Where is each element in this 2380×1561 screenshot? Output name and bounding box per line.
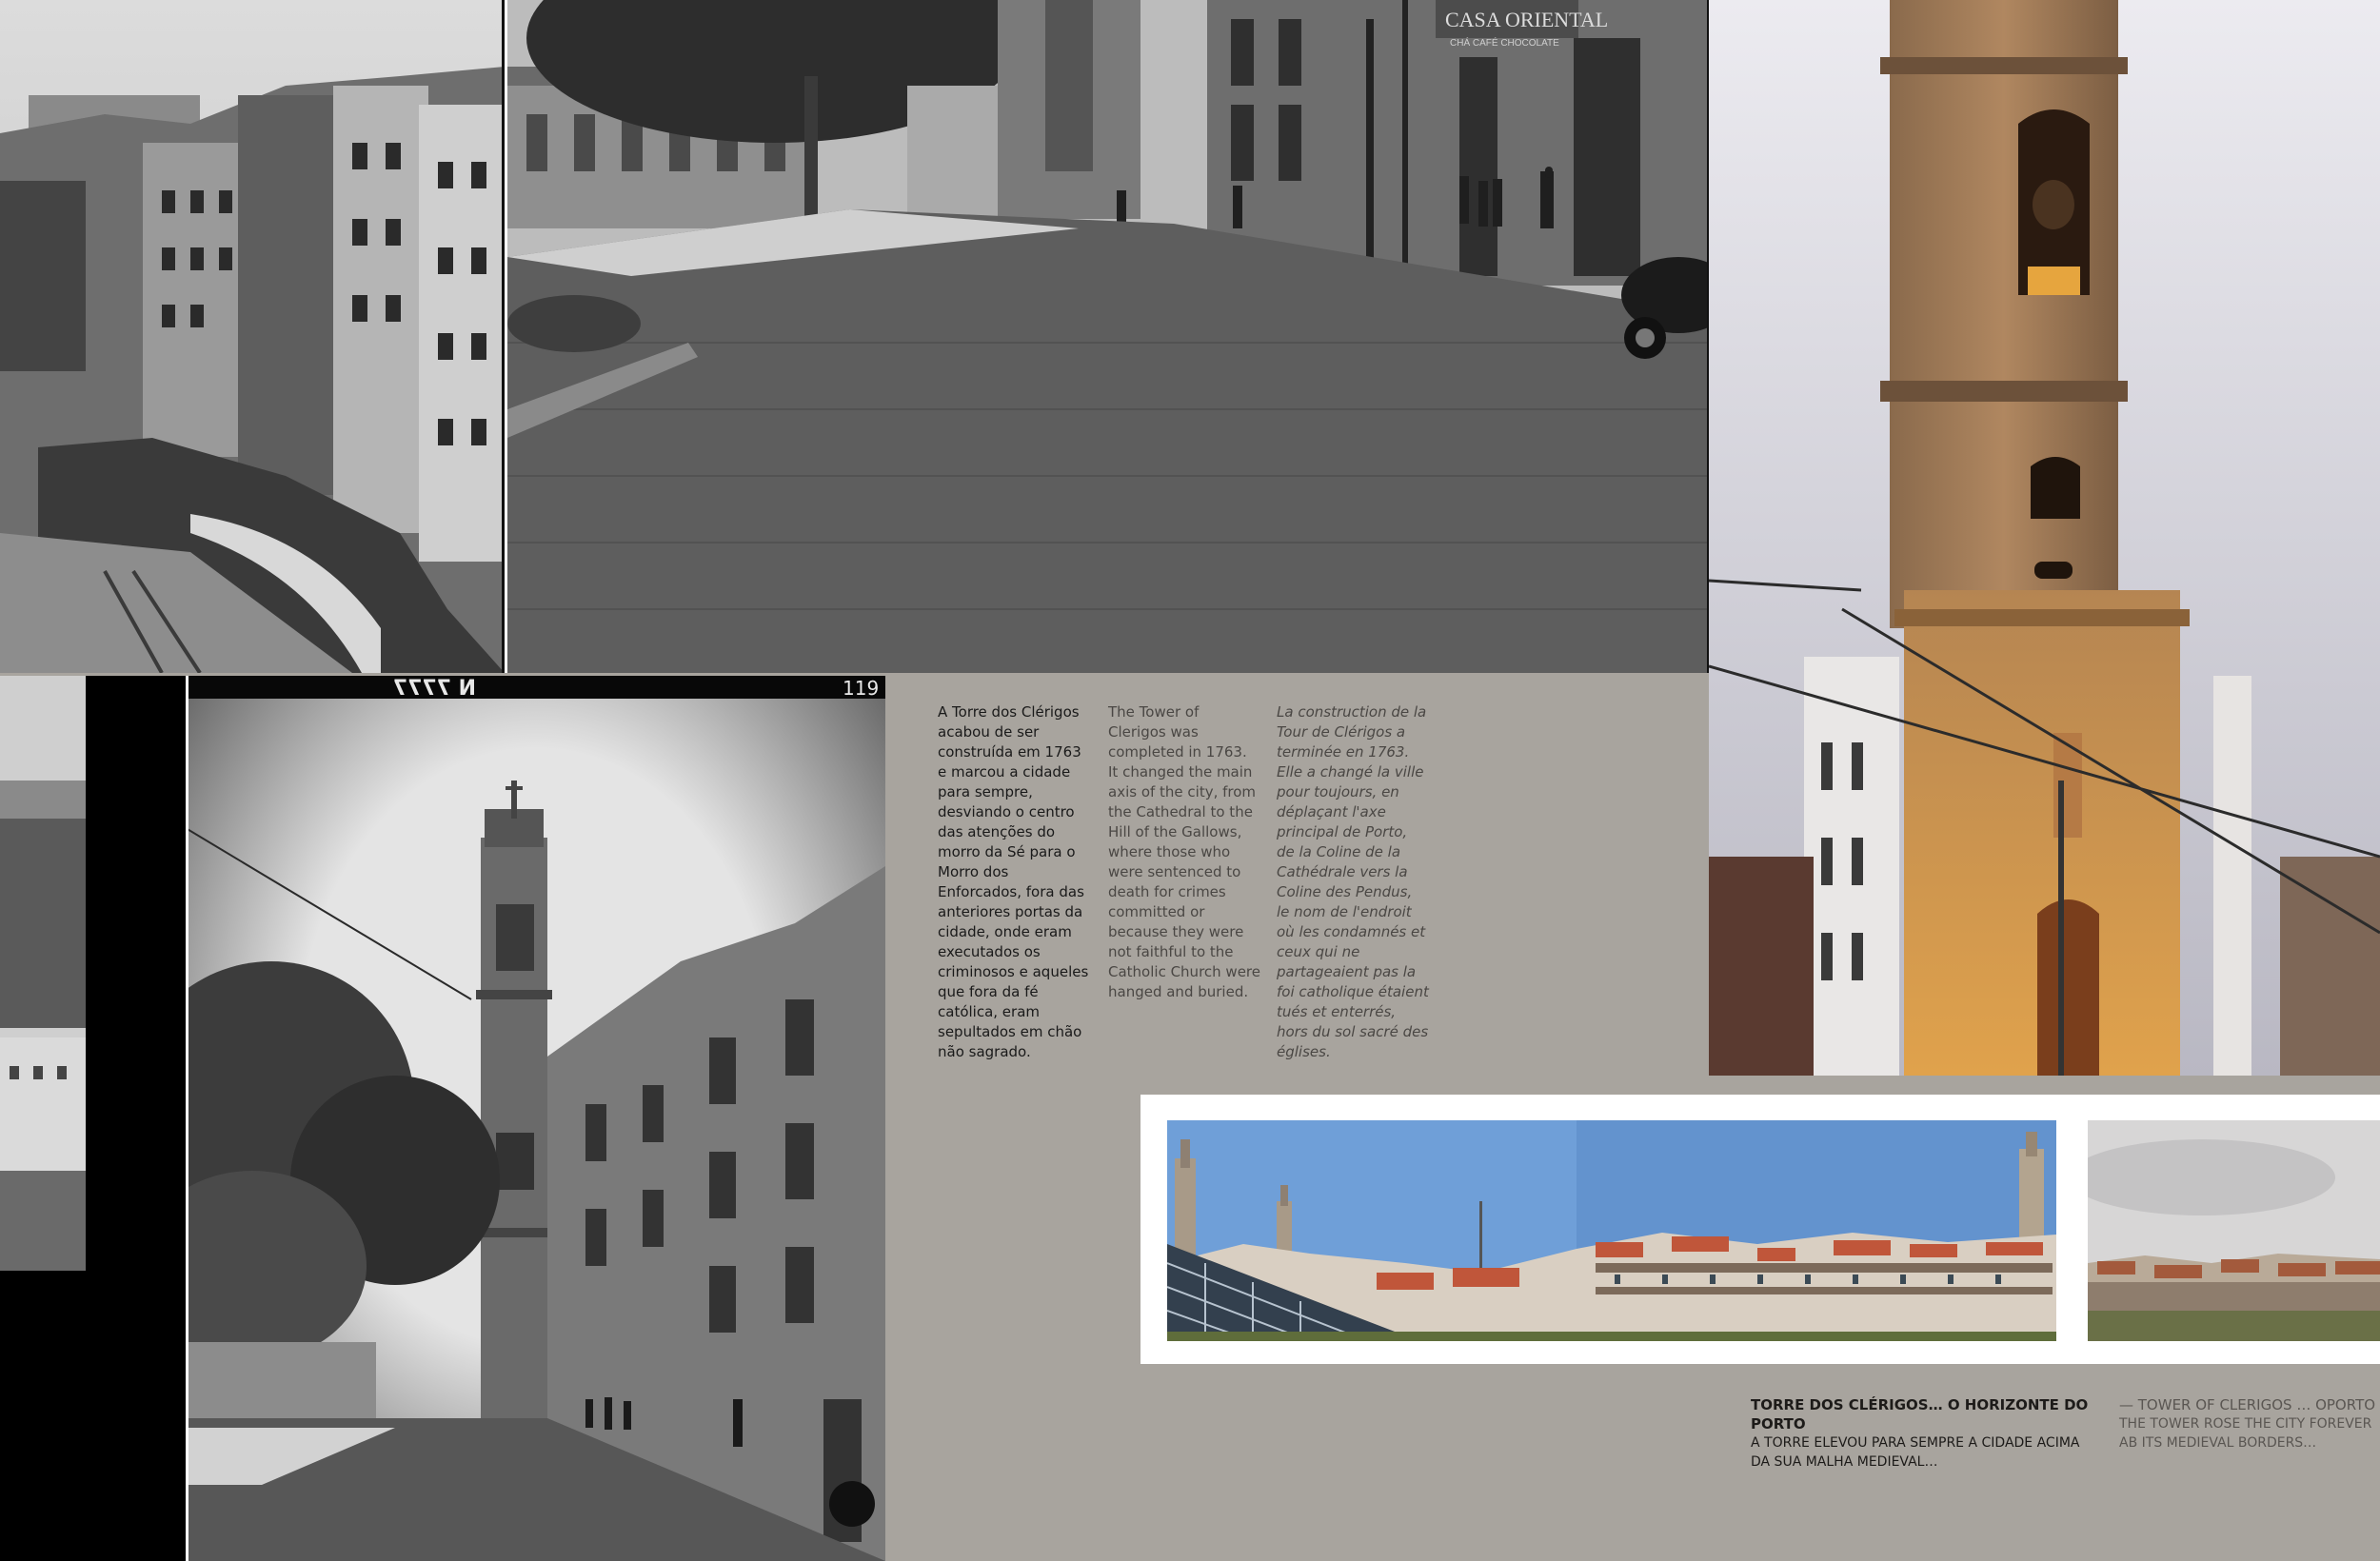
photo-old-street-scene: CASA ORIENTAL CHÁ CAFÉ CHOCOLATE xyxy=(505,0,1712,673)
photo-old-porto-hillside xyxy=(0,0,505,673)
text-column-french: La construction de la Tour de Clérigos a… xyxy=(1277,703,1429,1060)
text-column-portuguese: A Torre dos Clérigos acabou de ser const… xyxy=(938,703,1089,1060)
black-strip xyxy=(88,676,186,1304)
caption-english: — TOWER OF CLERIGOS … OPORTO SKY THE TOW… xyxy=(2119,1395,2380,1452)
panorama-frame xyxy=(1140,1095,2380,1364)
caption-en-title: — TOWER OF CLERIGOS … OPORTO SKY xyxy=(2119,1396,2380,1413)
caption-pt-body: A TORRE ELEVOU PARA SEMPRE A CIDADE ACIM… xyxy=(1751,1435,2080,1470)
photo-clerigos-tower-dusk xyxy=(1709,0,2380,1076)
photo-clerigos-tower-negative: N 7777 119 xyxy=(186,676,885,1561)
caption-pt-title: TORRE DOS CLÉRIGOS… O HORIZONTE DO PORTO xyxy=(1751,1396,2089,1433)
negative-number-right: 119 xyxy=(843,677,879,700)
caption-en-body: THE TOWER ROSE THE CITY FOREVER AB ITS M… xyxy=(2119,1416,2372,1451)
shop-sign-subtext: CHÁ CAFÉ CHOCOLATE xyxy=(1450,36,1559,49)
caption-portuguese: TORRE DOS CLÉRIGOS… O HORIZONTE DO PORTO… xyxy=(1751,1395,2093,1472)
photo-panorama-rooftops xyxy=(1167,1120,2056,1341)
negative-number-left: N 7777 xyxy=(393,677,476,701)
black-gutter xyxy=(0,1304,186,1561)
photo-panorama-cloudy xyxy=(2088,1120,2380,1341)
text-column-english: The Tower of Clerigos was completed in 1… xyxy=(1108,703,1260,1000)
photo-partial-river-view xyxy=(0,676,88,1304)
shop-sign-text: CASA ORIENTAL xyxy=(1445,8,1608,31)
